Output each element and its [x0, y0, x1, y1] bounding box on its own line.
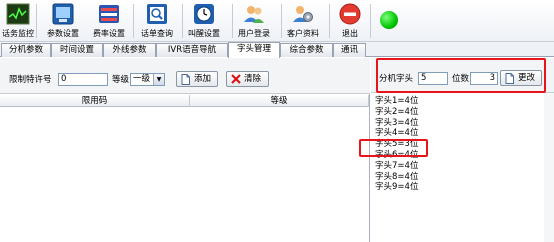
delete-x-icon — [230, 74, 241, 85]
list-item[interactable]: 字头1=4位 — [375, 96, 418, 107]
toolbar-divider — [232, 4, 233, 38]
chevron-down-icon[interactable]: ▼ — [153, 74, 164, 85]
list-item[interactable]: 字头3=4位 — [375, 118, 418, 129]
tab-bar: 分机参数 时间设置 外线参数 IVR语音导航 字头管理 综合参数 通讯 — [0, 42, 554, 58]
toolbar-divider — [281, 4, 282, 38]
toolbar-label: 话单查询 — [141, 29, 173, 38]
bill-search-icon — [144, 1, 170, 27]
toolbar-divider — [133, 4, 134, 38]
user-login-button[interactable]: 用户登录 — [237, 1, 271, 41]
new-document-icon — [504, 72, 515, 84]
ext-prefix-input[interactable]: 5 — [418, 72, 448, 85]
toolbar-label: 退出 — [342, 29, 358, 38]
list-item[interactable]: 字头6=4位 — [375, 150, 418, 161]
alarm-clock-icon — [191, 1, 217, 27]
tab-extension-params[interactable]: 分机参数 — [1, 43, 51, 57]
param-settings-button[interactable]: 参数设置 — [46, 1, 80, 41]
main-toolbar: 话务监控 参数设置 费率设置 话单查询 叫醒设置 用户登录 客户资料 退出 — [0, 0, 554, 42]
toolbar-label: 客户资料 — [287, 29, 319, 38]
new-document-icon — [180, 73, 191, 85]
prefix-list: 字头1=4位 字头2=4位 字头3=4位 字头4=4位 字头5=3位 字头6=4… — [375, 96, 418, 193]
digits-input[interactable]: 3 — [470, 72, 498, 85]
exit-icon — [337, 1, 363, 27]
change-button[interactable]: 更改 — [500, 70, 542, 86]
connection-status-indicator — [380, 11, 398, 29]
digits-label: 位数 — [452, 74, 470, 84]
customer-info-button[interactable]: 客户资料 — [286, 1, 320, 41]
wakeup-settings-button[interactable]: 叫醒设置 — [187, 1, 221, 41]
list-item[interactable]: 字头7=4位 — [375, 161, 418, 172]
bill-query-button[interactable]: 话单查询 — [140, 1, 174, 41]
rate-card-icon — [96, 1, 122, 27]
monitor-chart-icon — [5, 1, 31, 27]
tab-time-settings[interactable]: 时间设置 — [51, 43, 103, 57]
restriction-panel: 限制特许号 0 等级 一级 ▼ 添加 清除 限用码 等级 — [0, 58, 370, 242]
ext-prefix-label: 分机字头 — [379, 74, 414, 84]
tab-communication[interactable]: 通讯 — [333, 43, 366, 57]
tab-prefix-management[interactable]: 字头管理 — [228, 42, 280, 58]
restriction-form: 限制特许号 0 等级 一级 ▼ 添加 清除 — [0, 58, 370, 94]
tab-ivr-navigation[interactable]: IVR语音导航 — [156, 43, 228, 57]
clear-button[interactable]: 清除 — [226, 71, 269, 87]
clear-button-label: 清除 — [244, 74, 262, 84]
list-item[interactable]: 字头8=4位 — [375, 172, 418, 183]
tab-general-params[interactable]: 综合参数 — [280, 43, 333, 57]
vertical-scrollbar[interactable] — [544, 93, 554, 242]
column-level[interactable]: 等级 — [190, 95, 369, 107]
restriction-table-header: 限用码 等级 — [0, 95, 369, 107]
list-item[interactable]: 字头5=3位 — [375, 139, 418, 150]
level-select-value: 一级 — [133, 74, 151, 84]
prefix-form: 分机字头 5 位数 3 更改 — [371, 58, 554, 93]
level-label: 等级 — [112, 75, 130, 85]
toolbar-divider — [182, 4, 183, 38]
list-item[interactable]: 字头2=4位 — [375, 107, 418, 118]
column-restricted-code[interactable]: 限用码 — [0, 95, 190, 107]
tab-trunk-params[interactable]: 外线参数 — [103, 43, 156, 57]
toolbar-divider — [329, 4, 330, 38]
add-button[interactable]: 添加 — [176, 71, 218, 87]
prefix-panel: 分机字头 5 位数 3 更改 字头1=4位 字头2=4位 字头3=4位 字头4=… — [371, 58, 554, 242]
list-item[interactable]: 字头4=4位 — [375, 128, 418, 139]
permit-number-label: 限制特许号 — [9, 75, 52, 85]
toolbar-divider — [370, 4, 371, 38]
users-icon — [241, 1, 267, 27]
add-button-label: 添加 — [194, 74, 212, 84]
settings-screen-icon — [50, 1, 76, 27]
level-select[interactable]: 一级 ▼ — [130, 73, 165, 86]
toolbar-label: 叫醒设置 — [188, 29, 220, 38]
list-item[interactable]: 字头9=4位 — [375, 182, 418, 193]
toolbar-label: 参数设置 — [47, 29, 79, 38]
rate-settings-button[interactable]: 费率设置 — [92, 1, 126, 41]
toolbar-divider — [36, 4, 37, 38]
exit-button[interactable]: 退出 — [333, 1, 367, 41]
toolbar-label: 费率设置 — [93, 29, 125, 38]
customer-gear-icon — [290, 1, 316, 27]
toolbar-label: 用户登录 — [238, 29, 270, 38]
permit-number-input[interactable]: 0 — [58, 73, 108, 86]
change-button-label: 更改 — [518, 73, 536, 83]
traffic-monitor-button[interactable]: 话务监控 — [1, 1, 35, 41]
toolbar-label: 话务监控 — [2, 29, 34, 38]
